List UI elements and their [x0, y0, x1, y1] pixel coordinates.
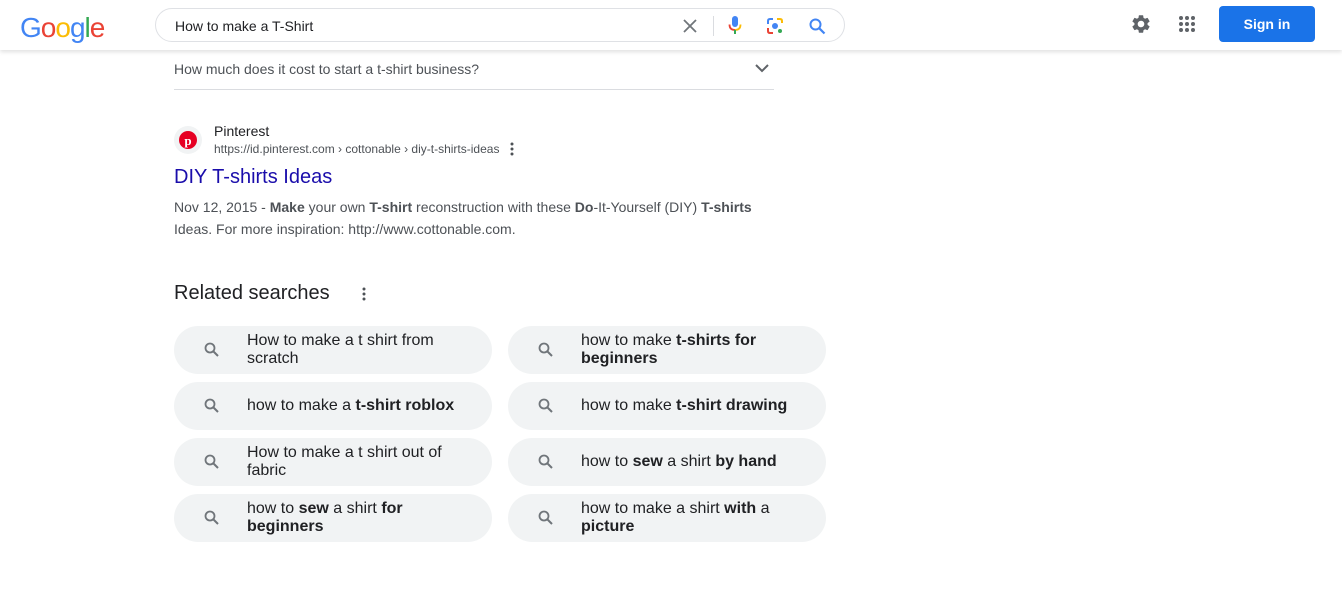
logo-letter: g	[69, 12, 86, 43]
label-text: a	[756, 500, 770, 517]
related-search-chip[interactable]: how to make t-shirts for beginners	[508, 326, 826, 374]
search-icon	[204, 398, 220, 419]
search-icon	[538, 454, 554, 475]
result-snippet: Nov 12, 2015 - Make your own T-shirt rec…	[174, 196, 774, 240]
related-search-chip[interactable]: how to make t-shirt drawing	[508, 382, 826, 430]
voice-search-button[interactable]	[724, 15, 746, 37]
related-search-label: how to make a t-shirt roblox	[247, 397, 467, 415]
related-search-label: how to make t-shirts for beginners	[581, 332, 801, 368]
label-highlight: sew	[632, 453, 663, 470]
search-icon	[204, 510, 220, 531]
search-input[interactable]	[175, 16, 665, 36]
image-search-button[interactable]	[764, 15, 786, 37]
more-vert-icon	[362, 287, 366, 301]
related-search-label: how to sew a shirt by hand	[581, 453, 801, 471]
label-text: how to make	[581, 332, 677, 349]
related-search-label: How to make a t shirt out of fabric	[247, 444, 467, 480]
search-icon	[538, 398, 554, 419]
pinterest-icon: p	[179, 131, 197, 149]
label-highlight: sew	[298, 500, 329, 517]
snippet-text: Ideas. For more inspiration: http://www.…	[174, 221, 516, 237]
related-search-chip[interactable]: How to make a t shirt from scratch	[174, 326, 492, 374]
label-text: How to make a t shirt from scratch	[247, 332, 434, 367]
faq-question: How much does it cost to start a t-shirt…	[174, 61, 480, 77]
related-search-chip[interactable]: how to make a t-shirt roblox	[174, 382, 492, 430]
gear-icon	[1132, 15, 1150, 33]
faq-item[interactable]: How much does it cost to start a t-shirt…	[174, 52, 774, 90]
label-highlight: by hand	[715, 453, 777, 470]
search-icon	[538, 342, 554, 363]
related-search-label: How to make a t shirt from scratch	[247, 332, 467, 368]
label-text: how to	[247, 500, 299, 517]
label-highlight: with	[724, 500, 757, 517]
clear-search-button[interactable]	[680, 16, 700, 36]
label-highlight: t-shirt drawing	[676, 397, 788, 414]
related-search-chip[interactable]: How to make a t shirt out of fabric	[174, 438, 492, 486]
snippet-text: -It-Yourself (DIY)	[593, 199, 702, 215]
label-text: how to	[581, 453, 633, 470]
site-url[interactable]: https://id.pinterest.com › cottonable › …	[214, 142, 499, 156]
expand-button[interactable]	[754, 60, 770, 81]
related-search-chip[interactable]: how to sew a shirt by hand	[508, 438, 826, 486]
microphone-icon	[728, 16, 742, 34]
snippet-text: your own	[304, 199, 370, 215]
logo-letter: o	[55, 12, 71, 43]
label-text: how to make	[581, 397, 677, 414]
label-text: how to make a shirt	[581, 500, 725, 517]
label-text: How to make a t shirt out of fabric	[247, 444, 442, 479]
search-icon	[538, 510, 554, 531]
search-icon	[204, 342, 220, 363]
label-text: a shirt	[328, 500, 382, 517]
snippet-highlight: Do	[574, 199, 594, 215]
related-options-button[interactable]	[362, 287, 366, 306]
settings-button[interactable]	[1129, 12, 1153, 36]
chevron-down-icon	[755, 64, 769, 73]
snippet-text: Nov 12, 2015 -	[174, 199, 270, 215]
apps-grid-icon	[1179, 16, 1195, 32]
related-search-label: how to make t-shirt drawing	[581, 397, 801, 415]
label-text: how to make a	[247, 397, 356, 414]
snippet-text: reconstruction with these	[412, 199, 575, 215]
apps-button[interactable]	[1175, 12, 1199, 36]
svg-text:p: p	[184, 133, 191, 148]
related-searches-heading: Related searches	[174, 282, 330, 304]
close-icon	[683, 19, 697, 33]
search-icon	[204, 454, 220, 475]
logo-letter: e	[89, 12, 106, 43]
label-highlight: t-shirt roblox	[355, 397, 455, 414]
snippet-highlight: T-shirt	[369, 199, 413, 215]
label-highlight: picture	[581, 518, 635, 535]
snippet-highlight: T-shirts	[701, 199, 752, 215]
header: Google How to make a T-Shirt Sign in	[0, 0, 1342, 50]
result-options-button[interactable]	[510, 142, 514, 161]
related-search-chip[interactable]: how to make a shirt with a picture	[508, 494, 826, 542]
more-vert-icon	[510, 142, 514, 156]
logo-letter: G	[20, 12, 42, 43]
site-name: Pinterest	[214, 123, 270, 139]
related-search-label: how to sew a shirt for beginners	[247, 500, 467, 536]
related-search-chip[interactable]: how to sew a shirt for beginners	[174, 494, 492, 542]
sign-in-button[interactable]: Sign in	[1219, 6, 1315, 42]
search-box	[155, 8, 845, 42]
search-icon	[809, 18, 825, 34]
logo-letter: o	[40, 12, 57, 43]
result-title-link[interactable]: DIY T-shirts Ideas	[174, 166, 332, 189]
related-search-label: how to make a shirt with a picture	[581, 500, 801, 536]
label-text: a shirt	[662, 453, 716, 470]
search-divider	[713, 16, 714, 36]
lens-icon	[767, 18, 783, 34]
site-favicon: p	[174, 126, 202, 154]
google-logo[interactable]: Google	[20, 12, 106, 44]
search-button[interactable]	[806, 15, 828, 37]
snippet-highlight: Make	[269, 199, 305, 215]
